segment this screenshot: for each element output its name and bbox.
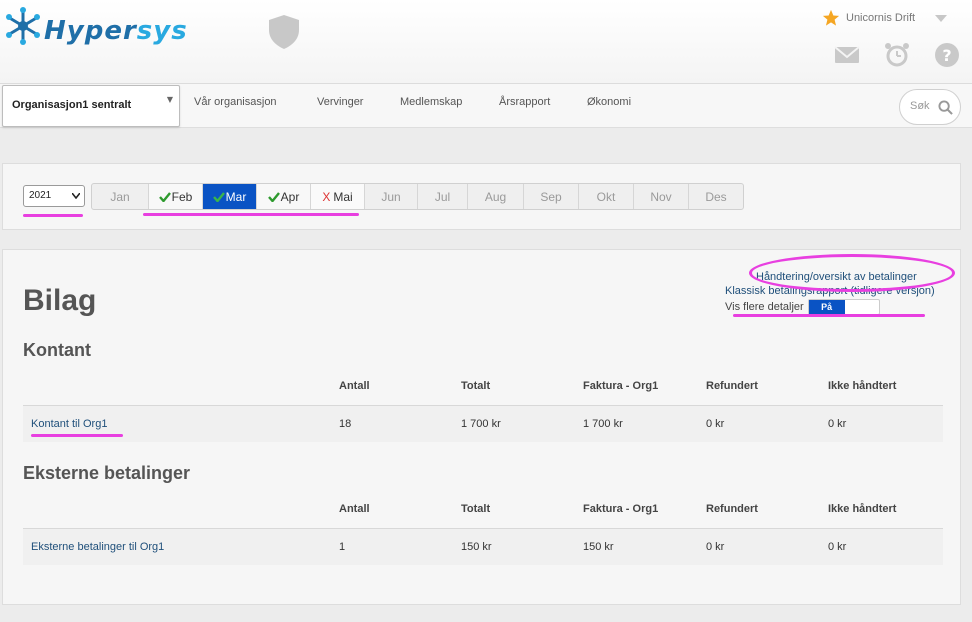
caret-down-icon: ▼ — [166, 95, 173, 104]
column-header: Antall — [339, 503, 370, 515]
year-select-value: 2021 — [29, 190, 52, 201]
content-panel: Bilag Håndtering/oversikt av betalinger … — [2, 249, 961, 605]
table-header: Antall Totalt Faktura - Org1 Refundert I… — [23, 491, 943, 529]
toggle-on-label: På — [808, 300, 845, 314]
org-drift-selector[interactable]: Unicornis Drift — [822, 9, 948, 27]
app-logo[interactable]: Hypersys — [4, 4, 204, 54]
search-icon[interactable] — [938, 100, 953, 115]
table-cell: 150 kr — [583, 541, 614, 553]
table-row: Kontant til Org1 18 1 700 kr 1 700 kr 0 … — [23, 406, 943, 442]
eksterne-table: Antall Totalt Faktura - Org1 Refundert I… — [23, 491, 943, 565]
table-cell: 150 kr — [461, 541, 492, 553]
table-cell: 1 — [339, 541, 346, 553]
star-icon — [822, 9, 840, 26]
organisation-selector-label: Organisasjon1 sentralt — [12, 99, 132, 111]
x-icon: X — [322, 189, 331, 204]
nav-item-okonomi[interactable]: Økonomi — [587, 96, 631, 108]
month-selector: Jan Feb Mar Apr X Mai Jun Jul Aug Sep Ok… — [91, 183, 744, 210]
column-header: Totalt — [461, 380, 491, 392]
column-header: Ikke håndtert — [828, 503, 897, 515]
month-jul[interactable]: Jul — [418, 184, 468, 209]
annotation-underline-months — [143, 213, 359, 216]
annotation-underline-toggle — [733, 314, 925, 317]
kontant-link[interactable]: Kontant til Org1 — [31, 418, 107, 430]
check-icon — [267, 191, 280, 202]
month-feb[interactable]: Feb — [149, 184, 203, 209]
month-des[interactable]: Des — [689, 184, 743, 209]
table-cell: 1 700 kr — [583, 418, 623, 430]
details-toggle[interactable]: På — [807, 299, 880, 315]
section-title-kontant: Kontant — [23, 340, 91, 360]
annotation-ellipse — [749, 254, 955, 292]
column-header: Ikke håndtert — [828, 380, 897, 392]
period-panel: 2021 Jan Feb Mar Apr X Mai Jun Jul Aug S… — [2, 163, 961, 230]
mail-icon[interactable] — [834, 42, 860, 68]
svg-text:?: ? — [942, 46, 951, 65]
shield-icon — [269, 15, 299, 49]
month-jun[interactable]: Jun — [365, 184, 418, 209]
check-icon — [212, 191, 225, 202]
nav-item-medlemskap[interactable]: Medlemskap — [400, 96, 462, 108]
details-toggle-label: Vis flere detaljer — [725, 301, 804, 313]
section-title-eksterne: Eksterne betalinger — [23, 463, 191, 483]
kontant-table: Antall Totalt Faktura - Org1 Refundert I… — [23, 368, 943, 442]
annotation-underline-year — [23, 214, 83, 217]
table-header: Antall Totalt Faktura - Org1 Refundert I… — [23, 368, 943, 406]
column-header: Faktura - Org1 — [583, 503, 659, 515]
table-cell: 0 kr — [706, 541, 725, 553]
eksterne-link[interactable]: Eksterne betalinger til Org1 — [31, 541, 164, 553]
column-header: Refundert — [706, 503, 758, 515]
details-toggle-row: Vis flere detaljer På — [725, 299, 935, 315]
check-icon — [158, 191, 171, 202]
column-header: Faktura - Org1 — [583, 380, 659, 392]
annotation-underline-kontant — [31, 434, 123, 437]
main-nav: Organisasjon1 sentralt ▼ Vår organisasjo… — [0, 84, 972, 128]
table-row: Eksterne betalinger til Org1 1 150 kr 15… — [23, 529, 943, 565]
chevron-down-icon — [935, 14, 948, 22]
month-mai[interactable]: X Mai — [311, 184, 365, 209]
app-header: Hypersys Unicornis Drift ? — [0, 0, 972, 84]
search-box[interactable]: Søk — [899, 89, 961, 125]
column-header: Antall — [339, 380, 370, 392]
help-icon[interactable]: ? — [934, 42, 960, 68]
nav-item-vervinger[interactable]: Vervinger — [317, 96, 363, 108]
organisation-selector[interactable]: Organisasjon1 sentralt ▼ — [2, 85, 180, 127]
chevron-down-icon — [72, 193, 80, 199]
table-cell: 1 700 kr — [461, 418, 501, 430]
month-aug[interactable]: Aug — [468, 184, 524, 209]
page-title: Bilag — [23, 284, 97, 317]
table-cell: 0 kr — [828, 541, 847, 553]
nav-item-var-organisasjon[interactable]: Vår organisasjon — [194, 96, 277, 108]
column-header: Refundert — [706, 380, 758, 392]
year-select[interactable]: 2021 — [23, 185, 85, 207]
search-input[interactable]: Søk — [910, 100, 930, 112]
month-mar[interactable]: Mar — [203, 184, 257, 209]
org-drift-label: Unicornis Drift — [846, 12, 916, 24]
alarm-icon[interactable] — [884, 42, 910, 68]
logo-wordmark: Hypersys — [44, 16, 188, 46]
month-sep[interactable]: Sep — [524, 184, 579, 209]
month-apr[interactable]: Apr — [257, 184, 311, 209]
month-okt[interactable]: Okt — [579, 184, 634, 209]
column-header: Totalt — [461, 503, 491, 515]
nav-item-arsrapport[interactable]: Årsrapport — [499, 96, 550, 108]
table-cell: 0 kr — [828, 418, 847, 430]
month-nov[interactable]: Nov — [634, 184, 689, 209]
table-cell: 18 — [339, 418, 352, 430]
snowflake-logo-icon — [6, 7, 40, 45]
table-cell: 0 kr — [706, 418, 725, 430]
month-jan[interactable]: Jan — [92, 184, 149, 209]
